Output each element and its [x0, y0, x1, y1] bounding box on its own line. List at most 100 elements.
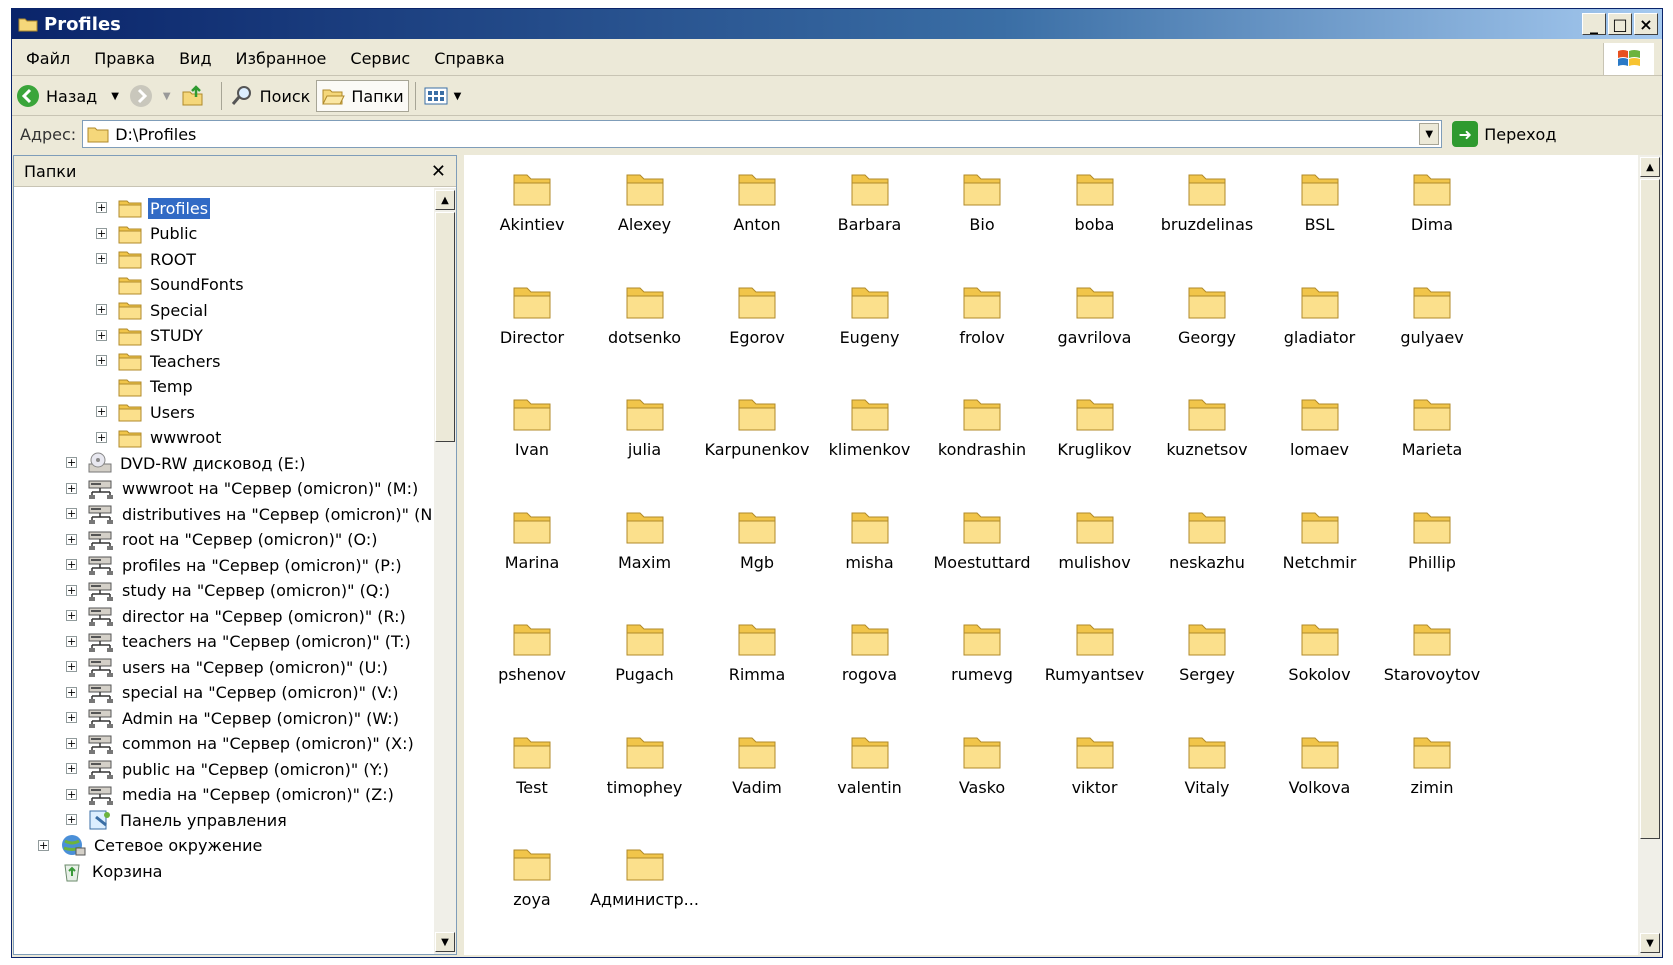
- folder-item[interactable]: Kruglikov: [1039, 392, 1151, 492]
- folder-item[interactable]: neskazhu: [1151, 505, 1263, 605]
- folder-item[interactable]: julia: [589, 392, 701, 492]
- chevron-down-icon[interactable]: ▼: [111, 91, 119, 102]
- tree-item[interactable]: + Сетевое окружение: [38, 834, 264, 858]
- folder-item[interactable]: BSL: [1264, 167, 1376, 267]
- folder-item[interactable]: zimin: [1376, 730, 1488, 830]
- tree-item[interactable]: + Teachers: [96, 349, 222, 373]
- folder-item[interactable]: zoya: [476, 842, 588, 942]
- folder-item[interactable]: kondrashin: [926, 392, 1038, 492]
- tree-item[interactable]: + common на "Сервер (omicron)" (X:): [66, 732, 416, 756]
- expand-icon[interactable]: +: [96, 355, 107, 366]
- tree-item[interactable]: + teachers на "Сервер (omicron)" (T:): [66, 630, 413, 654]
- folder-item[interactable]: pshenov: [476, 617, 588, 717]
- search-button[interactable]: Поиск: [226, 80, 315, 112]
- expand-icon[interactable]: +: [96, 329, 107, 341]
- folder-item[interactable]: bruzdelinas: [1151, 167, 1263, 267]
- tree-item[interactable]: + Users: [96, 400, 197, 424]
- tree-item[interactable]: + Панель управления: [66, 808, 289, 832]
- views-button[interactable]: ▼: [420, 80, 466, 112]
- folder-item[interactable]: Anton: [701, 167, 813, 267]
- menu-favorites[interactable]: Избранное: [224, 49, 339, 68]
- expand-icon[interactable]: +: [66, 661, 77, 672]
- folder-item[interactable]: Bio: [926, 167, 1038, 267]
- tree-item[interactable]: Temp: [118, 375, 195, 399]
- folder-item[interactable]: Maxim: [589, 505, 701, 605]
- forward-button[interactable]: ▼: [125, 80, 175, 112]
- tree-item[interactable]: + root на "Сервер (omicron)" (O:): [66, 528, 379, 552]
- folder-item[interactable]: Egorov: [701, 280, 813, 380]
- folder-item[interactable]: Администр...: [589, 842, 701, 942]
- expand-icon[interactable]: +: [66, 686, 77, 698]
- expand-icon[interactable]: +: [66, 457, 77, 468]
- tree-item[interactable]: + wwwroot на "Сервер (omicron)" (M:): [66, 477, 420, 501]
- expand-icon[interactable]: +: [66, 610, 77, 621]
- folder-item[interactable]: mulishov: [1039, 505, 1151, 605]
- folder-item[interactable]: Barbara: [814, 167, 926, 267]
- expand-icon[interactable]: +: [66, 763, 77, 774]
- tree-item[interactable]: + profiles на "Сервер (omicron)" (P:): [66, 553, 404, 577]
- folder-item[interactable]: Volkova: [1264, 730, 1376, 830]
- expand-icon[interactable]: +: [66, 635, 77, 647]
- folder-item[interactable]: Rimma: [701, 617, 813, 717]
- tree-item[interactable]: + distributives на "Сервер (omicron)" (N:…: [66, 502, 446, 526]
- folder-item[interactable]: Sergey: [1151, 617, 1263, 717]
- scroll-down-icon[interactable]: ▼: [1640, 933, 1660, 953]
- expand-icon[interactable]: +: [66, 482, 77, 494]
- tree-item[interactable]: + Admin на "Сервер (omicron)" (W:): [66, 706, 401, 730]
- menu-help[interactable]: Справка: [422, 49, 517, 68]
- menu-tools[interactable]: Сервис: [338, 49, 422, 68]
- folder-item[interactable]: gavrilova: [1039, 280, 1151, 380]
- folder-item[interactable]: rumevg: [926, 617, 1038, 717]
- tree-item[interactable]: + DVD-RW дисковод (E:): [66, 451, 308, 475]
- folder-item[interactable]: Marieta: [1376, 392, 1488, 492]
- tree-item[interactable]: + Profiles: [96, 196, 211, 220]
- folder-item[interactable]: lomaev: [1264, 392, 1376, 492]
- address-dropdown-button[interactable]: ▼: [1419, 123, 1440, 145]
- up-folder-button[interactable]: [177, 80, 215, 112]
- tree-item[interactable]: + media на "Сервер (omicron)" (Z:): [66, 783, 396, 807]
- expand-icon[interactable]: +: [38, 839, 49, 851]
- folder-item[interactable]: gladiator: [1264, 280, 1376, 380]
- expand-icon[interactable]: +: [66, 533, 77, 545]
- folder-item[interactable]: viktor: [1039, 730, 1151, 830]
- folder-item[interactable]: valentin: [814, 730, 926, 830]
- expand-icon[interactable]: +: [66, 737, 77, 749]
- folder-item[interactable]: Starovoytov: [1376, 617, 1488, 717]
- file-list-scrollbar[interactable]: ▲ ▼: [1638, 155, 1662, 955]
- tree-scrollbar[interactable]: ▲ ▼: [434, 188, 456, 954]
- expand-icon[interactable]: +: [96, 431, 107, 443]
- minimize-button[interactable]: _: [1582, 13, 1606, 35]
- folder-item[interactable]: Rumyantsev: [1039, 617, 1151, 717]
- scroll-up-icon[interactable]: ▲: [435, 190, 455, 210]
- expand-icon[interactable]: +: [66, 814, 77, 825]
- scroll-down-icon[interactable]: ▼: [435, 932, 455, 952]
- folder-item[interactable]: frolov: [926, 280, 1038, 380]
- chevron-down-icon[interactable]: ▼: [454, 91, 462, 102]
- folder-item[interactable]: Vitaly: [1151, 730, 1263, 830]
- folder-item[interactable]: Ivan: [476, 392, 588, 492]
- folder-item[interactable]: misha: [814, 505, 926, 605]
- back-button[interactable]: Назад ▼: [12, 80, 123, 112]
- folder-item[interactable]: boba: [1039, 167, 1151, 267]
- expand-icon[interactable]: +: [66, 584, 77, 596]
- folder-item[interactable]: Netchmir: [1264, 505, 1376, 605]
- tree-item[interactable]: + Public: [96, 222, 199, 246]
- tree-item[interactable]: + STUDY: [96, 324, 205, 348]
- tree-item[interactable]: + public на "Сервер (omicron)" (Y:): [66, 757, 391, 781]
- close-button[interactable]: ×: [1634, 13, 1658, 35]
- title-bar[interactable]: Profiles _ □ ×: [12, 9, 1662, 39]
- chevron-down-icon[interactable]: ▼: [163, 91, 171, 102]
- tree-item[interactable]: + director на "Сервер (omicron)" (R:): [66, 604, 408, 628]
- tree-item[interactable]: + Special: [96, 298, 210, 322]
- tree-item[interactable]: SoundFonts: [118, 273, 246, 297]
- tree-item[interactable]: + study на "Сервер (omicron)" (Q:): [66, 579, 392, 603]
- folder-item[interactable]: Georgy: [1151, 280, 1263, 380]
- expand-icon[interactable]: +: [66, 712, 77, 723]
- folder-item[interactable]: klimenkov: [814, 392, 926, 492]
- menu-file[interactable]: Файл: [12, 49, 82, 68]
- go-button[interactable]: ➜ Переход: [1452, 121, 1556, 147]
- menu-view[interactable]: Вид: [167, 49, 223, 68]
- folder-item[interactable]: Moestuttard: [926, 505, 1038, 605]
- folder-item[interactable]: Karpunenkov: [701, 392, 813, 492]
- scroll-up-icon[interactable]: ▲: [1640, 157, 1660, 177]
